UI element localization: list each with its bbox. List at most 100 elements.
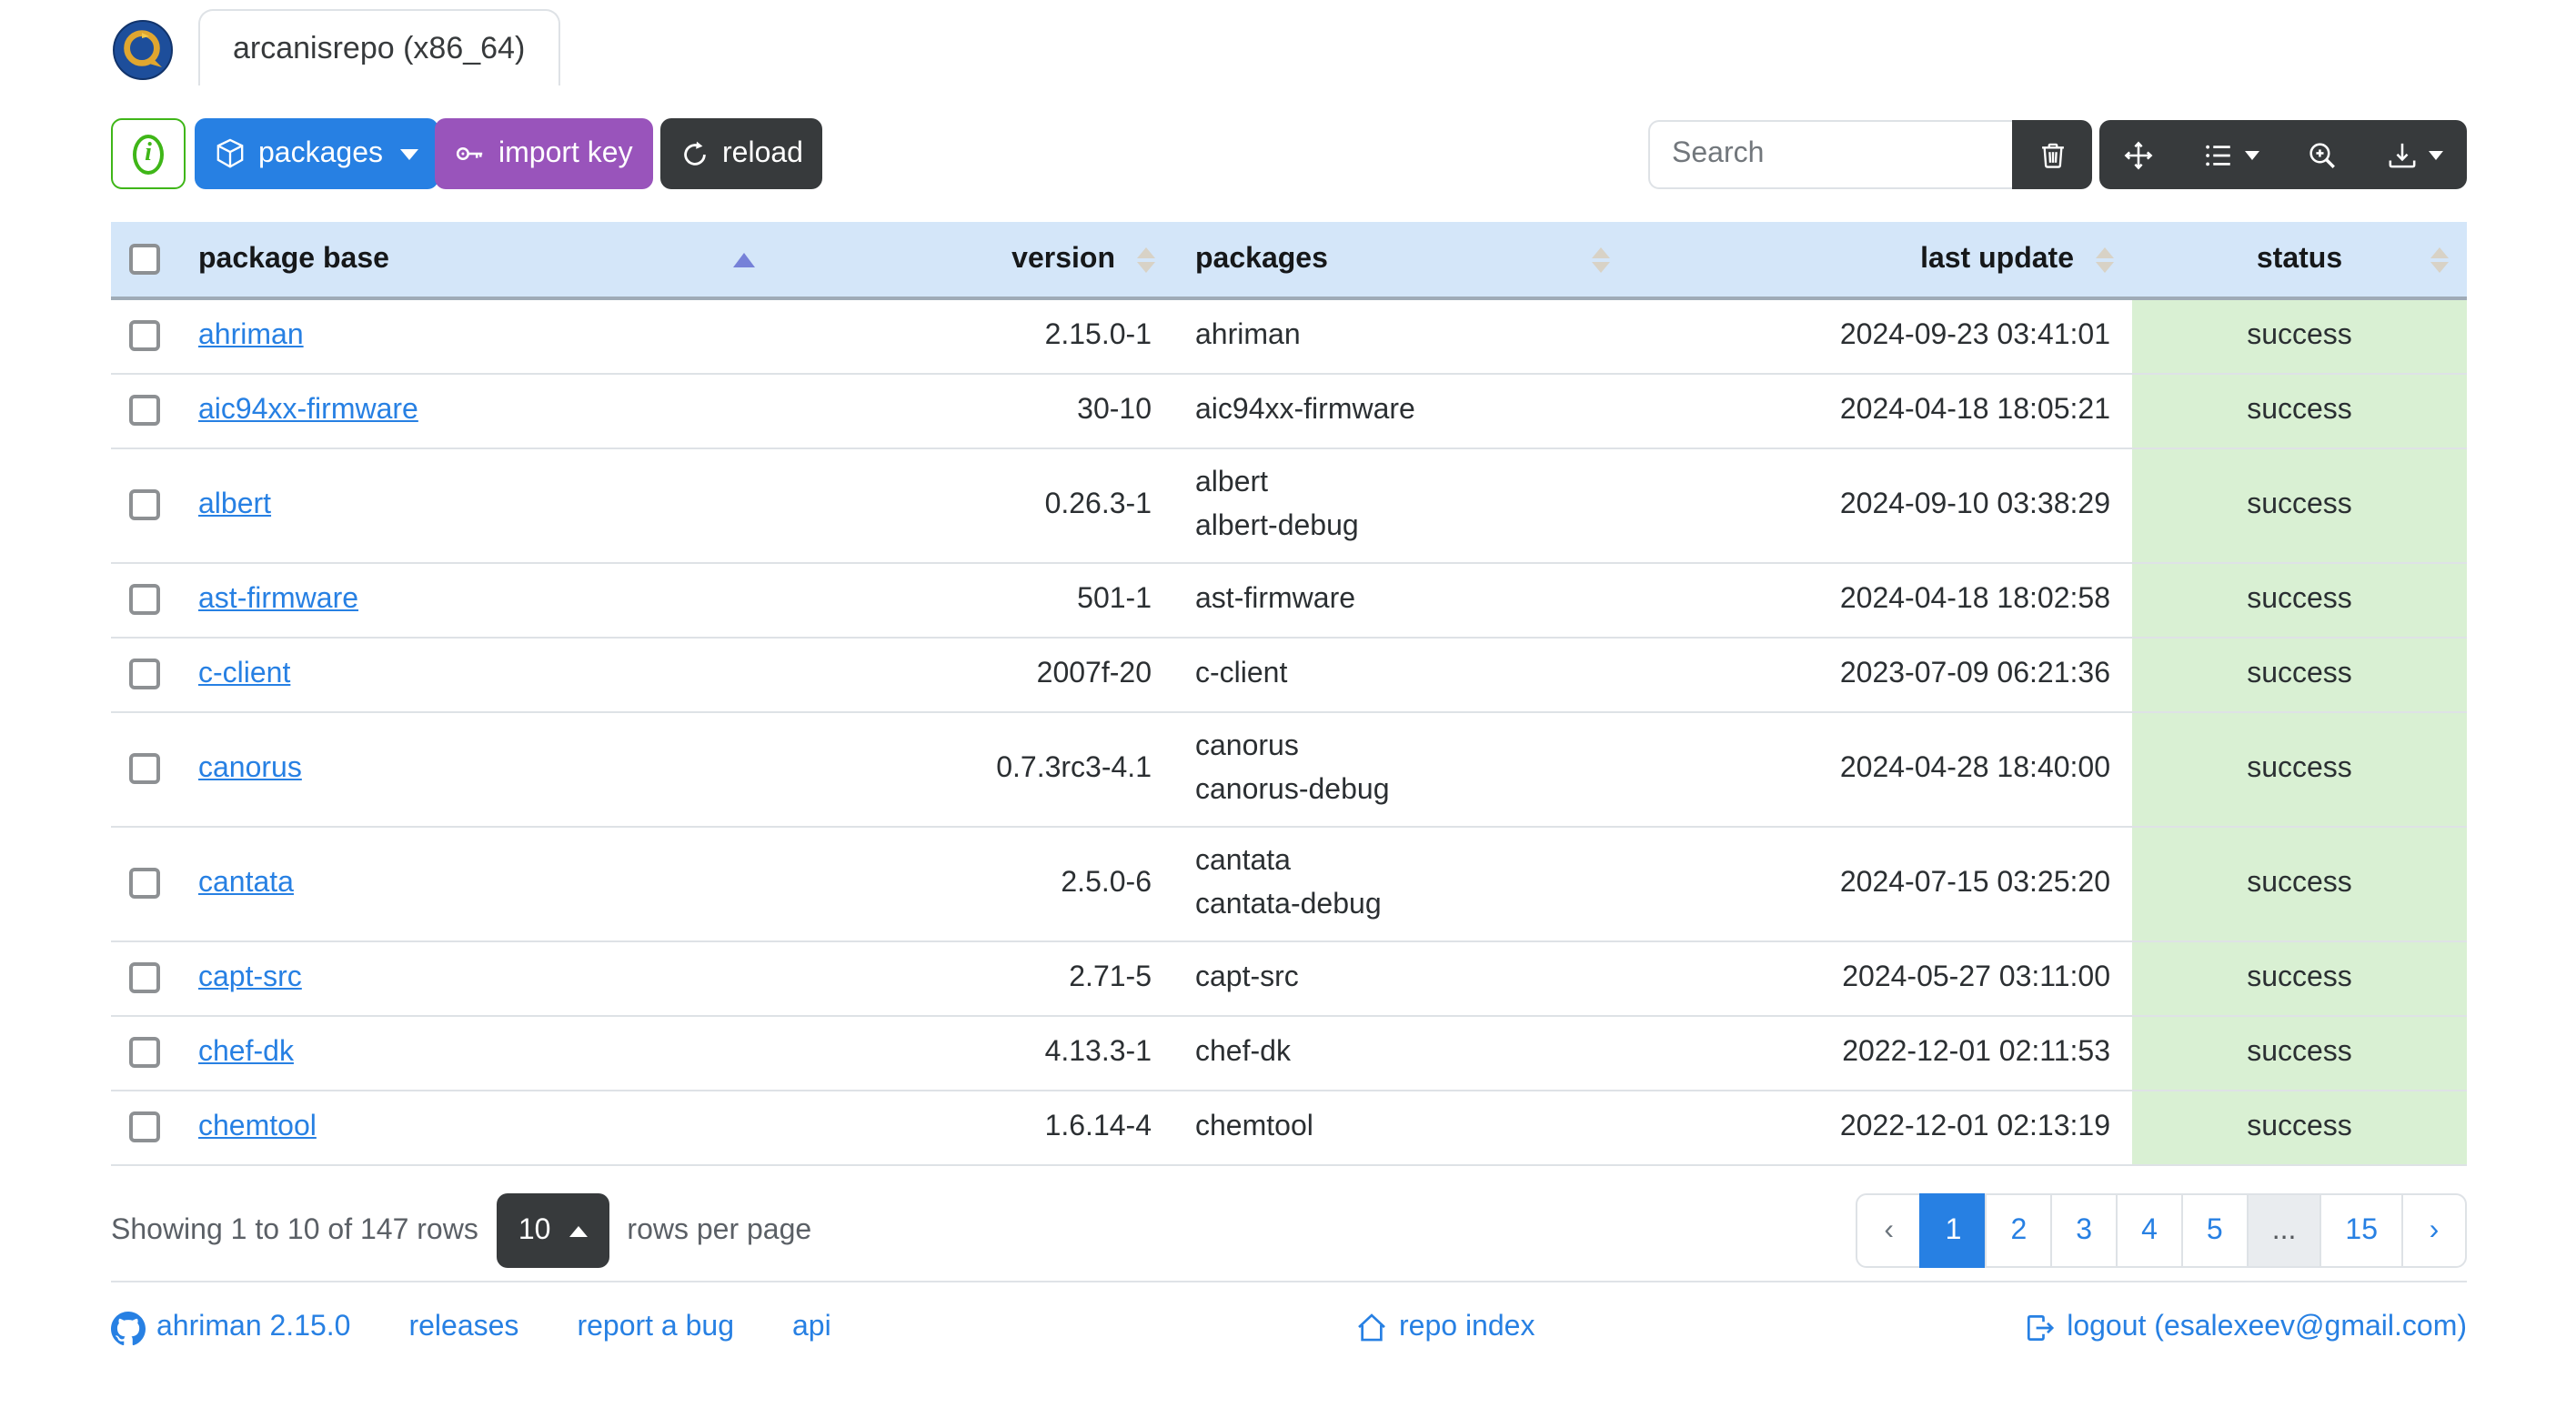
import-key-button[interactable]: import key <box>435 118 653 189</box>
status-cell: success <box>2132 1016 2467 1091</box>
status-cell: success <box>2132 827 2467 942</box>
fullscreen-toggle-button[interactable] <box>2099 120 2179 189</box>
pagination-ellipsis[interactable]: ... <box>2246 1193 2322 1268</box>
row-checkbox[interactable] <box>128 489 159 521</box>
row-checkbox[interactable] <box>128 320 159 352</box>
search-input[interactable] <box>1648 120 2012 189</box>
last-update-cell: 2022-12-01 02:13:19 <box>1628 1091 2132 1166</box>
releases-link[interactable]: releases <box>408 1312 518 1344</box>
table-row: chemtool 1.6.14-4 chemtool 2022-12-01 02… <box>111 1091 2467 1166</box>
pagination-previous[interactable]: ‹ <box>1856 1193 1922 1268</box>
package-base-link[interactable]: chef-dk <box>198 1037 294 1068</box>
status-cell: success <box>2132 1091 2467 1166</box>
table-row: cantata 2.5.0-6 cantata cantata-debug 202… <box>111 827 2467 942</box>
sort-both-icon <box>2096 246 2114 272</box>
pagination-page-3[interactable]: 3 <box>2050 1193 2118 1268</box>
last-update-cell: 2024-09-10 03:38:29 <box>1628 448 2132 564</box>
sort-both-icon <box>1592 246 1610 272</box>
import-key-button-label: import key <box>498 137 633 168</box>
packages-cell: cantata cantata-debug <box>1173 827 1628 942</box>
version-cell: 0.7.3rc3-4.1 <box>773 712 1173 828</box>
packages-cell: aic94xx-firmware <box>1173 374 1628 449</box>
sort-both-icon <box>2430 246 2449 272</box>
status-cell: success <box>2132 941 2467 1017</box>
row-checkbox[interactable] <box>128 395 159 427</box>
server-info-button[interactable]: i <box>111 118 186 189</box>
page-size-value: 10 <box>518 1214 551 1245</box>
package-base-link[interactable]: c-client <box>198 659 290 689</box>
tab-repository[interactable]: arcanisrepo (x86_64) <box>198 9 560 85</box>
pagination-page-1[interactable]: 1 <box>1919 1193 1987 1268</box>
package-base-link[interactable]: cantata <box>198 868 294 899</box>
list-columns-icon <box>2205 144 2230 166</box>
row-checkbox[interactable] <box>128 659 159 690</box>
version-cell: 2.15.0-1 <box>773 298 1173 375</box>
last-update-cell: 2024-04-28 18:40:00 <box>1628 712 2132 828</box>
chevron-up-icon <box>569 1225 588 1236</box>
packages-cell: chef-dk <box>1173 1016 1628 1091</box>
last-update-cell: 2024-07-15 03:25:20 <box>1628 827 2132 942</box>
table-row: aic94xx-firmware 30-10 aic94xx-firmware … <box>111 374 2467 449</box>
column-header-last-update[interactable]: last update <box>1628 222 2132 300</box>
api-link[interactable]: api <box>792 1312 831 1344</box>
select-all-checkbox[interactable] <box>128 243 159 275</box>
last-update-cell: 2022-12-01 02:11:53 <box>1628 1016 2132 1091</box>
status-cell: success <box>2132 638 2467 713</box>
package-base-link[interactable]: chemtool <box>198 1111 317 1142</box>
version-cell: 2.5.0-6 <box>773 827 1173 942</box>
row-checkbox[interactable] <box>128 1111 159 1143</box>
column-header-version[interactable]: version <box>773 222 1173 300</box>
trash-icon <box>2041 142 2063 167</box>
reload-button[interactable]: reload <box>660 118 823 189</box>
footer-divider <box>111 1281 2467 1282</box>
package-base-link[interactable]: ahriman <box>198 320 304 351</box>
column-header-package-base[interactable]: package base <box>176 222 773 300</box>
pagination-summary: Showing 1 to 10 of 147 rows <box>111 1214 478 1245</box>
package-base-link[interactable]: ast-firmware <box>198 584 358 615</box>
pagination-next[interactable]: › <box>2401 1193 2467 1268</box>
sort-both-icon <box>1137 246 1155 272</box>
toggle-search-button[interactable] <box>2283 120 2362 189</box>
export-dropdown-button[interactable] <box>2362 120 2467 189</box>
reload-icon <box>684 140 706 165</box>
pagination-page-4[interactable]: 4 <box>2116 1193 2183 1268</box>
chevron-down-icon <box>399 148 418 159</box>
zoom-in-icon <box>2309 142 2336 167</box>
packages-cell: canorus canorus-debug <box>1173 712 1628 828</box>
packages-cell: capt-src <box>1173 941 1628 1017</box>
version-cell: 0.26.3-1 <box>773 448 1173 564</box>
column-header-status[interactable]: status <box>2132 222 2467 300</box>
package-base-link[interactable]: canorus <box>198 753 302 784</box>
row-checkbox[interactable] <box>128 584 159 616</box>
packages-cell: albert albert-debug <box>1173 448 1628 564</box>
last-update-cell: 2024-05-27 03:11:00 <box>1628 941 2132 1017</box>
clear-search-button[interactable] <box>2012 120 2092 189</box>
reload-button-label: reload <box>722 137 803 168</box>
package-base-link[interactable]: albert <box>198 489 271 520</box>
column-header-packages[interactable]: packages <box>1173 222 1628 300</box>
row-checkbox[interactable] <box>128 962 159 994</box>
report-bug-link[interactable]: report a bug <box>577 1312 734 1344</box>
table-header-row: package base version packages last updat… <box>111 222 2467 300</box>
packages-dropdown-button[interactable]: packages <box>195 118 438 189</box>
pagination-page-2[interactable]: 2 <box>1985 1193 2053 1268</box>
repo-index-link[interactable]: repo index <box>1355 1312 1535 1344</box>
package-base-link[interactable]: capt-src <box>198 962 302 993</box>
status-cell: success <box>2132 712 2467 828</box>
version-link[interactable]: ahriman 2.15.0 <box>111 1311 350 1345</box>
logout-link[interactable]: logout (esalexeev@gmail.com) <box>2023 1312 2467 1344</box>
pagination-page-15[interactable]: 15 <box>2319 1193 2403 1268</box>
row-checkbox[interactable] <box>128 868 159 900</box>
package-base-link[interactable]: aic94xx-firmware <box>198 395 418 426</box>
row-checkbox[interactable] <box>128 1037 159 1069</box>
row-checkbox[interactable] <box>128 753 159 785</box>
page-size-dropdown-button[interactable]: 10 <box>496 1193 609 1268</box>
pagination-page-5[interactable]: 5 <box>2180 1193 2249 1268</box>
status-cell: success <box>2132 448 2467 564</box>
columns-dropdown-button[interactable] <box>2179 120 2283 189</box>
table-row: capt-src 2.71-5 capt-src 2024-05-27 03:1… <box>111 941 2467 1017</box>
version-cell: 2007f-20 <box>773 638 1173 713</box>
key-icon <box>456 146 483 161</box>
version-cell: 501-1 <box>773 563 1173 639</box>
download-icon <box>2389 142 2415 167</box>
